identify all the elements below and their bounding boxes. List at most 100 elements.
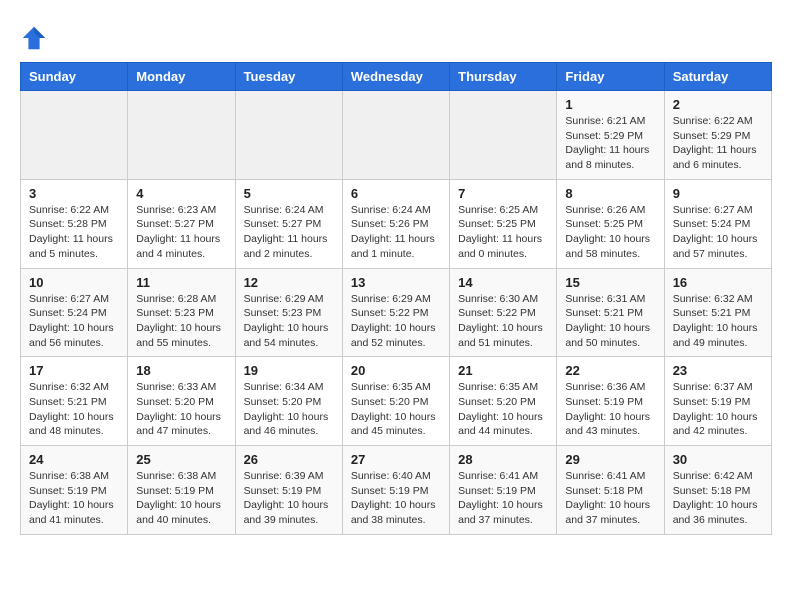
calendar-cell: [450, 91, 557, 180]
calendar-cell: 6Sunrise: 6:24 AM Sunset: 5:26 PM Daylig…: [342, 179, 449, 268]
day-info: Sunrise: 6:41 AM Sunset: 5:19 PM Dayligh…: [458, 469, 548, 528]
logo[interactable]: [20, 24, 52, 52]
day-info: Sunrise: 6:24 AM Sunset: 5:27 PM Dayligh…: [244, 203, 334, 262]
day-info: Sunrise: 6:35 AM Sunset: 5:20 PM Dayligh…: [351, 380, 441, 439]
day-info: Sunrise: 6:22 AM Sunset: 5:28 PM Dayligh…: [29, 203, 119, 262]
page-header: [20, 20, 772, 52]
logo-icon: [20, 24, 48, 52]
day-number: 14: [458, 275, 548, 290]
day-info: Sunrise: 6:37 AM Sunset: 5:19 PM Dayligh…: [673, 380, 763, 439]
weekday-header-thursday: Thursday: [450, 63, 557, 91]
day-info: Sunrise: 6:38 AM Sunset: 5:19 PM Dayligh…: [29, 469, 119, 528]
day-number: 20: [351, 363, 441, 378]
day-number: 4: [136, 186, 226, 201]
day-info: Sunrise: 6:26 AM Sunset: 5:25 PM Dayligh…: [565, 203, 655, 262]
day-number: 8: [565, 186, 655, 201]
day-number: 15: [565, 275, 655, 290]
day-number: 22: [565, 363, 655, 378]
day-number: 12: [244, 275, 334, 290]
day-info: Sunrise: 6:35 AM Sunset: 5:20 PM Dayligh…: [458, 380, 548, 439]
day-info: Sunrise: 6:33 AM Sunset: 5:20 PM Dayligh…: [136, 380, 226, 439]
calendar-cell: 4 Sunrise: 6:23 AM Sunset: 5:27 PM Daylig…: [128, 179, 235, 268]
day-number: 11: [136, 275, 226, 290]
calendar-cell: 19 Sunrise: 6:34 AM Sunset: 5:20 PM Dayli…: [235, 357, 342, 446]
calendar-cell: 10 Sunrise: 6:27 AM Sunset: 5:24 PM Dayli…: [21, 268, 128, 357]
calendar-cell: 28 Sunrise: 6:41 AM Sunset: 5:19 PM Dayli…: [450, 446, 557, 535]
calendar-cell: 2 Sunrise: 6:22 AM Sunset: 5:29 PM Daylig…: [664, 91, 771, 180]
day-number: 24: [29, 452, 119, 467]
weekday-header-monday: Monday: [128, 63, 235, 91]
day-info: Sunrise: 6:32 AM Sunset: 5:21 PM Dayligh…: [29, 380, 119, 439]
day-info: Sunrise: 6:29 AM Sunset: 5:23 PM Dayligh…: [244, 292, 334, 351]
day-number: 23: [673, 363, 763, 378]
calendar-cell: 29Sunrise: 6:41 AM Sunset: 5:18 PM Dayli…: [557, 446, 664, 535]
calendar-week-5: 24 Sunrise: 6:38 AM Sunset: 5:19 PM Dayli…: [21, 446, 772, 535]
calendar-week-2: 3Sunrise: 6:22 AM Sunset: 5:28 PM Daylig…: [21, 179, 772, 268]
calendar-cell: 13 Sunrise: 6:29 AM Sunset: 5:22 PM Dayli…: [342, 268, 449, 357]
calendar-cell: 15 Sunrise: 6:31 AM Sunset: 5:21 PM Dayli…: [557, 268, 664, 357]
calendar-cell: 26 Sunrise: 6:39 AM Sunset: 5:19 PM Dayli…: [235, 446, 342, 535]
day-number: 7: [458, 186, 548, 201]
day-number: 2: [673, 97, 763, 112]
weekday-header-row: SundayMondayTuesdayWednesdayThursdayFrid…: [21, 63, 772, 91]
calendar-week-4: 17Sunrise: 6:32 AM Sunset: 5:21 PM Dayli…: [21, 357, 772, 446]
day-number: 16: [673, 275, 763, 290]
weekday-header-wednesday: Wednesday: [342, 63, 449, 91]
day-info: Sunrise: 6:21 AM Sunset: 5:29 PM Dayligh…: [565, 114, 655, 173]
day-info: Sunrise: 6:34 AM Sunset: 5:20 PM Dayligh…: [244, 380, 334, 439]
day-number: 21: [458, 363, 548, 378]
day-info: Sunrise: 6:40 AM Sunset: 5:19 PM Dayligh…: [351, 469, 441, 528]
day-number: 28: [458, 452, 548, 467]
day-number: 30: [673, 452, 763, 467]
day-info: Sunrise: 6:28 AM Sunset: 5:23 PM Dayligh…: [136, 292, 226, 351]
day-info: Sunrise: 6:31 AM Sunset: 5:21 PM Dayligh…: [565, 292, 655, 351]
weekday-header-sunday: Sunday: [21, 63, 128, 91]
day-info: Sunrise: 6:36 AM Sunset: 5:19 PM Dayligh…: [565, 380, 655, 439]
calendar-cell: 27Sunrise: 6:40 AM Sunset: 5:19 PM Dayli…: [342, 446, 449, 535]
day-number: 1: [565, 97, 655, 112]
calendar-cell: 3Sunrise: 6:22 AM Sunset: 5:28 PM Daylig…: [21, 179, 128, 268]
calendar-cell: [342, 91, 449, 180]
day-number: 5: [244, 186, 334, 201]
calendar-cell: 17Sunrise: 6:32 AM Sunset: 5:21 PM Dayli…: [21, 357, 128, 446]
calendar-cell: 14 Sunrise: 6:30 AM Sunset: 5:22 PM Dayli…: [450, 268, 557, 357]
day-number: 19: [244, 363, 334, 378]
calendar-cell: 22 Sunrise: 6:36 AM Sunset: 5:19 PM Dayli…: [557, 357, 664, 446]
weekday-header-friday: Friday: [557, 63, 664, 91]
day-number: 10: [29, 275, 119, 290]
calendar-cell: 30 Sunrise: 6:42 AM Sunset: 5:18 PM Dayli…: [664, 446, 771, 535]
calendar-cell: 5 Sunrise: 6:24 AM Sunset: 5:27 PM Daylig…: [235, 179, 342, 268]
calendar-week-3: 10 Sunrise: 6:27 AM Sunset: 5:24 PM Dayli…: [21, 268, 772, 357]
day-number: 26: [244, 452, 334, 467]
calendar-cell: 1 Sunrise: 6:21 AM Sunset: 5:29 PM Daylig…: [557, 91, 664, 180]
day-info: Sunrise: 6:29 AM Sunset: 5:22 PM Dayligh…: [351, 292, 441, 351]
calendar-cell: [235, 91, 342, 180]
day-info: Sunrise: 6:25 AM Sunset: 5:25 PM Dayligh…: [458, 203, 548, 262]
day-info: Sunrise: 6:42 AM Sunset: 5:18 PM Dayligh…: [673, 469, 763, 528]
calendar-cell: [128, 91, 235, 180]
calendar-cell: 11 Sunrise: 6:28 AM Sunset: 5:23 PM Dayli…: [128, 268, 235, 357]
day-info: Sunrise: 6:39 AM Sunset: 5:19 PM Dayligh…: [244, 469, 334, 528]
day-info: Sunrise: 6:22 AM Sunset: 5:29 PM Dayligh…: [673, 114, 763, 173]
day-info: Sunrise: 6:30 AM Sunset: 5:22 PM Dayligh…: [458, 292, 548, 351]
calendar-week-1: 1 Sunrise: 6:21 AM Sunset: 5:29 PM Daylig…: [21, 91, 772, 180]
calendar-cell: [21, 91, 128, 180]
day-info: Sunrise: 6:23 AM Sunset: 5:27 PM Dayligh…: [136, 203, 226, 262]
calendar-cell: 12 Sunrise: 6:29 AM Sunset: 5:23 PM Dayli…: [235, 268, 342, 357]
day-info: Sunrise: 6:41 AM Sunset: 5:18 PM Dayligh…: [565, 469, 655, 528]
calendar-cell: 8 Sunrise: 6:26 AM Sunset: 5:25 PM Daylig…: [557, 179, 664, 268]
calendar-cell: 21 Sunrise: 6:35 AM Sunset: 5:20 PM Dayli…: [450, 357, 557, 446]
day-info: Sunrise: 6:32 AM Sunset: 5:21 PM Dayligh…: [673, 292, 763, 351]
calendar-cell: 9 Sunrise: 6:27 AM Sunset: 5:24 PM Daylig…: [664, 179, 771, 268]
calendar-cell: 16 Sunrise: 6:32 AM Sunset: 5:21 PM Dayli…: [664, 268, 771, 357]
calendar-cell: 7 Sunrise: 6:25 AM Sunset: 5:25 PM Daylig…: [450, 179, 557, 268]
calendar-cell: 24 Sunrise: 6:38 AM Sunset: 5:19 PM Dayli…: [21, 446, 128, 535]
day-number: 13: [351, 275, 441, 290]
calendar-table: SundayMondayTuesdayWednesdayThursdayFrid…: [20, 62, 772, 535]
day-info: Sunrise: 6:27 AM Sunset: 5:24 PM Dayligh…: [29, 292, 119, 351]
day-info: Sunrise: 6:38 AM Sunset: 5:19 PM Dayligh…: [136, 469, 226, 528]
day-info: Sunrise: 6:27 AM Sunset: 5:24 PM Dayligh…: [673, 203, 763, 262]
calendar-cell: 23 Sunrise: 6:37 AM Sunset: 5:19 PM Dayli…: [664, 357, 771, 446]
day-number: 9: [673, 186, 763, 201]
day-number: 18: [136, 363, 226, 378]
